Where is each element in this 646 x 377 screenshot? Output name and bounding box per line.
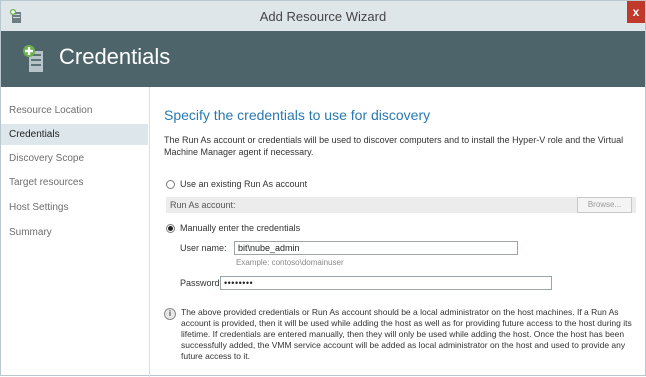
sidebar-item-discovery-scope[interactable]: Discovery Scope xyxy=(1,148,148,169)
username-example: Example: contoso\domainuser xyxy=(236,258,344,267)
title-bar: Add Resource Wizard x xyxy=(1,1,645,32)
password-label: Password: xyxy=(180,278,223,288)
sidebar-item-host-settings[interactable]: Host Settings xyxy=(1,197,148,218)
manual-credentials-radio[interactable] xyxy=(166,224,175,233)
run-as-account-field: Run As account: xyxy=(166,197,636,213)
server-add-icon xyxy=(23,45,43,72)
browse-button[interactable]: Browse... xyxy=(577,197,632,213)
page-banner: Credentials xyxy=(1,31,645,87)
username-label: User name: xyxy=(180,243,227,253)
run-as-account-label: Run As account: xyxy=(170,200,236,210)
close-button[interactable]: x xyxy=(627,1,645,23)
sidebar-item-target-resources[interactable]: Target resources xyxy=(1,172,148,193)
info-icon: i xyxy=(164,308,176,320)
main-content: Specify the credentials to use for disco… xyxy=(150,87,645,375)
wizard-window: Add Resource Wizard x Credentials Resour… xyxy=(0,0,646,377)
window-title: Add Resource Wizard xyxy=(259,9,387,24)
existing-account-radio[interactable] xyxy=(166,180,175,189)
manual-credentials-label: Manually enter the credentials xyxy=(180,223,301,233)
page-title: Credentials xyxy=(59,44,171,69)
sidebar-item-summary[interactable]: Summary xyxy=(1,222,148,243)
section-heading: Specify the credentials to use for disco… xyxy=(164,107,431,123)
info-note: The above provided credentials or Run As… xyxy=(181,307,632,361)
username-input[interactable]: bit\nube_admin xyxy=(234,241,518,255)
sidebar-item-resource-location[interactable]: Resource Location xyxy=(1,100,148,121)
password-input[interactable]: •••••••• xyxy=(220,276,552,290)
wizard-steps-sidebar: Resource Location Credentials Discovery … xyxy=(1,87,150,377)
existing-account-label: Use an existing Run As account xyxy=(180,179,308,189)
section-description: The Run As account or credentials will b… xyxy=(164,135,624,157)
sidebar-item-credentials[interactable]: Credentials xyxy=(1,124,148,145)
